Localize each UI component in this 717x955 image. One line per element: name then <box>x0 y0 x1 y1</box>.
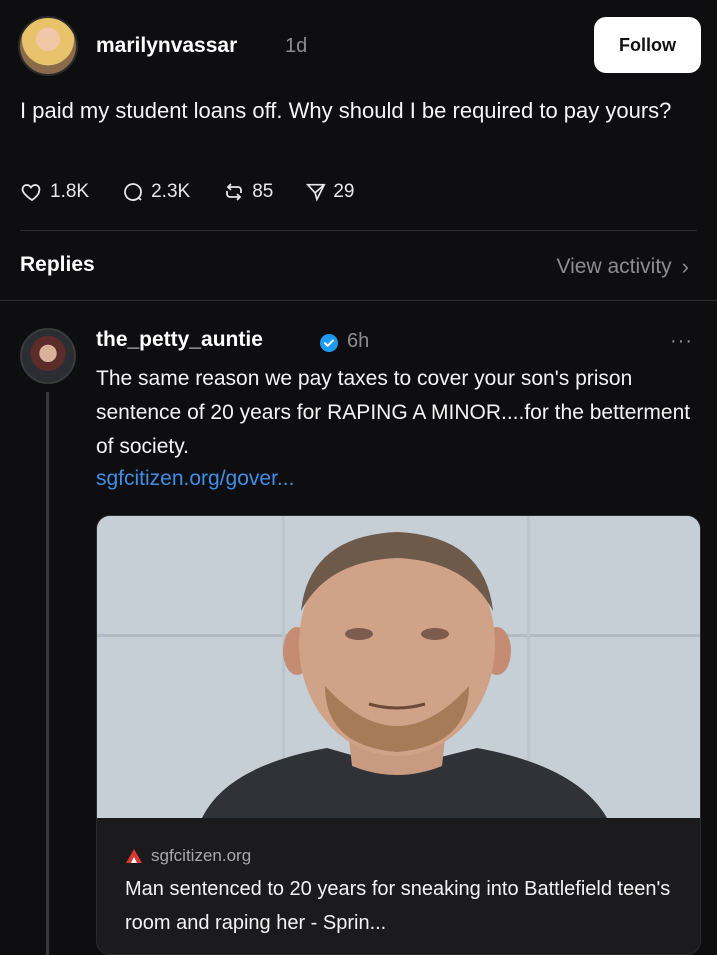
post-text: I paid my student loans off. Why should … <box>20 98 672 123</box>
post-username[interactable]: marilynvassar <box>96 34 237 58</box>
chevron-right-icon: › <box>681 254 689 279</box>
original-post: marilynvassar 1d Follow I paid my studen… <box>0 0 717 230</box>
reply-avatar[interactable] <box>20 328 76 384</box>
avatar[interactable] <box>18 16 78 76</box>
link-preview-card[interactable]: sgfcitizen.org Man sentenced to 20 years… <box>96 515 701 955</box>
reply-time: 6h <box>347 330 370 352</box>
reply-link[interactable]: sgfcitizen.org/gover... <box>96 467 294 491</box>
post-stats: 1.8K 2.3K 85 29 <box>20 176 386 208</box>
mugshot-photo <box>97 516 700 818</box>
card-title[interactable]: Man sentenced to 20 years for sneaking i… <box>125 872 685 940</box>
view-activity-link[interactable]: View activity › <box>557 254 689 280</box>
follow-button[interactable]: Follow <box>594 17 701 73</box>
divider <box>20 230 697 231</box>
repost-icon <box>226 183 243 201</box>
comment-count: 2.3K <box>151 181 191 202</box>
repost-count: 85 <box>252 181 274 202</box>
card-source: sgfcitizen.org <box>125 846 251 866</box>
like-count: 1.8K <box>50 181 90 202</box>
heart-icon <box>21 184 41 202</box>
verified-badge-icon <box>320 334 338 352</box>
comment-button[interactable]: 2.3K <box>121 180 190 204</box>
divider <box>0 300 717 301</box>
more-icon[interactable]: ··· <box>670 330 693 353</box>
comment-icon <box>124 183 142 201</box>
replies-heading: Replies <box>20 253 95 276</box>
view-activity-label: View activity <box>556 255 672 278</box>
preview-image[interactable] <box>97 516 700 818</box>
post-time: 1d <box>285 35 308 57</box>
share-button[interactable]: 29 <box>305 181 354 203</box>
share-icon <box>306 183 326 202</box>
card-domain: sgfcitizen.org <box>151 846 252 865</box>
reply-text: The same reason we pay taxes to cover yo… <box>96 367 691 458</box>
share-count: 29 <box>333 181 355 202</box>
reply-username[interactable]: the_petty_auntie <box>96 328 263 352</box>
repost-button[interactable]: 85 <box>222 180 273 204</box>
site-favicon-icon <box>126 849 142 863</box>
like-button[interactable]: 1.8K <box>20 180 89 204</box>
thread-line <box>46 392 49 955</box>
